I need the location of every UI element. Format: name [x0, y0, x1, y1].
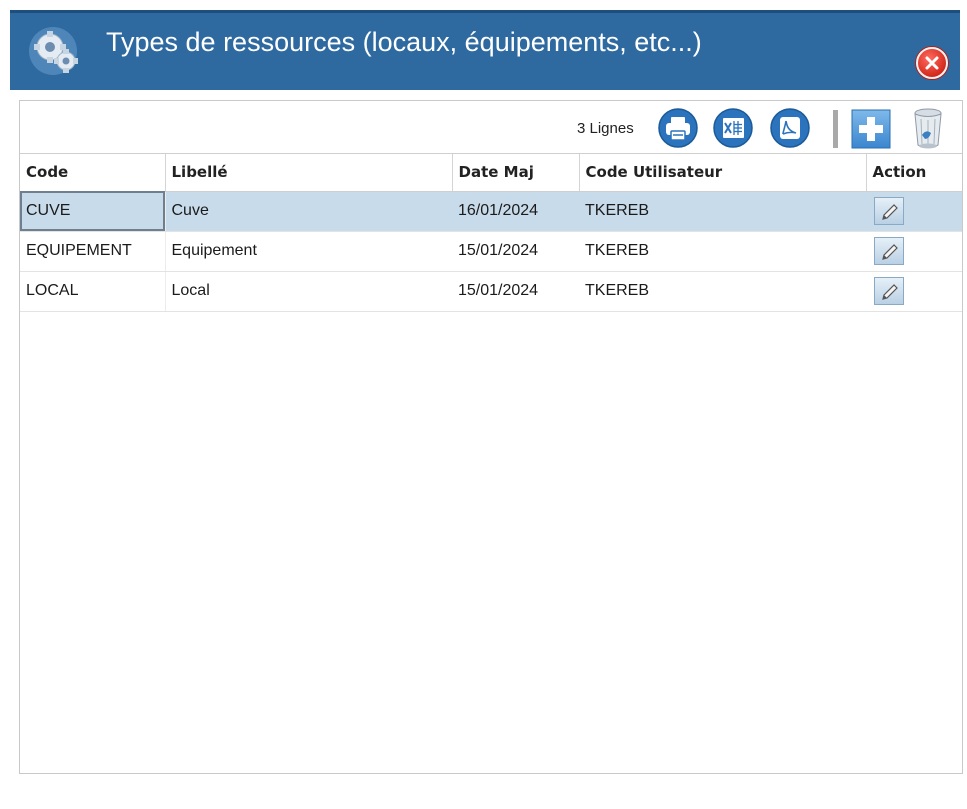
- grid-toolbar: 3 Lignes: [20, 101, 962, 154]
- title-bar: Types de ressources (locaux, équipements…: [10, 10, 960, 90]
- cell-code[interactable]: EQUIPEMENT: [20, 231, 166, 272]
- pdf-export-button[interactable]: [769, 107, 811, 149]
- column-header-date-maj[interactable]: Date Maj: [452, 154, 580, 192]
- cell-code-utilisateur[interactable]: TKEREB: [579, 231, 866, 272]
- edit-button[interactable]: [874, 277, 904, 305]
- dialog-window: Types de ressources (locaux, équipements…: [0, 0, 967, 809]
- print-button[interactable]: [657, 107, 699, 149]
- trash-icon: [914, 108, 942, 149]
- pencil-icon: [882, 284, 898, 300]
- row-count-label: 3 Lignes: [577, 120, 634, 137]
- cell-libelle[interactable]: Local: [165, 271, 452, 312]
- cell-date-maj[interactable]: 16/01/2024: [452, 191, 579, 232]
- add-button[interactable]: [851, 109, 891, 149]
- gears-icon: [26, 23, 88, 79]
- resource-types-table: Code Libellé Date Maj Code Utilisateur A…: [20, 154, 962, 312]
- cell-date-maj[interactable]: 15/01/2024: [452, 271, 579, 312]
- table-row[interactable]: CUVE Cuve 16/01/2024 TKEREB: [20, 191, 962, 232]
- edit-button[interactable]: [874, 237, 904, 265]
- column-header-action: Action: [866, 154, 962, 192]
- edit-button[interactable]: [874, 197, 904, 225]
- cell-action: [866, 231, 962, 272]
- cell-code-utilisateur[interactable]: TKEREB: [579, 271, 866, 312]
- cell-action: [866, 191, 962, 232]
- cell-code-utilisateur[interactable]: TKEREB: [579, 191, 866, 232]
- column-header-libelle[interactable]: Libellé: [165, 154, 453, 192]
- cell-libelle[interactable]: Cuve: [165, 191, 452, 232]
- pencil-icon: [882, 204, 898, 220]
- window-title: Types de ressources (locaux, équipements…: [106, 27, 702, 57]
- add-icon: [851, 109, 891, 149]
- toolbar-separator: [833, 110, 838, 148]
- excel-export-icon: [713, 108, 753, 148]
- close-icon: [925, 56, 939, 70]
- table-header-row: Code Libellé Date Maj Code Utilisateur A…: [20, 154, 962, 192]
- table-row[interactable]: EQUIPEMENT Equipement 15/01/2024 TKEREB: [20, 231, 962, 272]
- print-icon: [658, 108, 698, 148]
- excel-export-button[interactable]: [712, 107, 754, 149]
- cell-libelle[interactable]: Equipement: [165, 231, 452, 272]
- cell-code[interactable]: LOCAL: [20, 271, 166, 312]
- delete-button[interactable]: [906, 105, 950, 151]
- cell-code[interactable]: CUVE: [20, 191, 166, 232]
- cell-action: [866, 271, 962, 312]
- table-row[interactable]: LOCAL Local 15/01/2024 TKEREB: [20, 271, 962, 312]
- cell-date-maj[interactable]: 15/01/2024: [452, 231, 579, 272]
- column-header-code[interactable]: Code: [20, 154, 166, 192]
- column-header-code-utilisateur[interactable]: Code Utilisateur: [579, 154, 867, 192]
- grid-panel: 3 Lignes Code Libellé Date Maj Code Util…: [19, 100, 963, 774]
- close-button[interactable]: [916, 47, 948, 79]
- pencil-icon: [882, 244, 898, 260]
- pdf-export-icon: [770, 108, 810, 148]
